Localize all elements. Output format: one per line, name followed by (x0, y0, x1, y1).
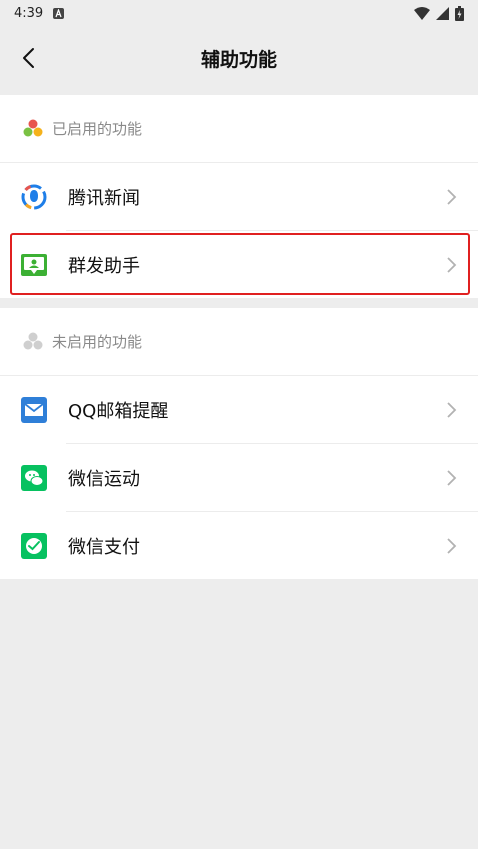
chevron-right-icon (447, 401, 457, 418)
feature-row-tencent-news[interactable]: 腾讯新闻 (0, 163, 478, 230)
enabled-section-title: 已启用的功能 (52, 120, 143, 138)
status-right (414, 5, 464, 21)
feature-row-mass-send[interactable]: 群发助手 (0, 231, 478, 298)
signal-icon (436, 6, 449, 20)
feature-row-wechat-sport[interactable]: 微信运动 (0, 444, 478, 511)
chevron-right-icon (447, 469, 457, 486)
chevron-right-icon (447, 256, 457, 273)
wifi-icon (414, 6, 430, 20)
feature-label: 群发助手 (68, 255, 140, 277)
mass-send-icon (20, 251, 48, 279)
nav-bar: 辅助功能 (0, 26, 478, 90)
back-button[interactable] (10, 40, 46, 76)
battery-icon (455, 5, 464, 21)
wechat-sport-icon (20, 464, 48, 492)
wechat-pay-icon (20, 532, 48, 560)
enabled-features-icon (23, 119, 43, 136)
disabled-section-title: 未启用的功能 (52, 333, 143, 351)
disabled-section-header: 未启用的功能 (0, 308, 478, 376)
feature-row-wechat-pay[interactable]: 微信支付 (0, 512, 478, 579)
section-gap (0, 298, 478, 308)
notification-app-icon (53, 7, 65, 19)
feature-row-qq-mail[interactable]: QQ邮箱提醒 (0, 376, 478, 443)
disabled-features-icon (23, 332, 43, 349)
page-title: 辅助功能 (200, 48, 277, 71)
enabled-section-header: 已启用的功能 (0, 95, 478, 163)
chevron-right-icon (447, 188, 457, 205)
back-arrow-icon (23, 48, 34, 68)
status-bar: 4:39 (0, 0, 478, 26)
status-left: 4:39 (14, 5, 65, 21)
enabled-section: 已启用的功能 腾讯新闻 群发助手 (0, 95, 478, 298)
feature-label: 微信支付 (68, 536, 140, 558)
chevron-right-icon (447, 537, 457, 554)
status-time: 4:39 (14, 5, 44, 21)
feature-label: QQ邮箱提醒 (68, 400, 169, 422)
feature-label: 微信运动 (68, 468, 140, 490)
disabled-section: 未启用的功能 QQ邮箱提醒 微信运动 微信支付 (0, 308, 478, 579)
tencent-news-icon (20, 183, 48, 211)
feature-label: 腾讯新闻 (68, 187, 140, 209)
qq-mail-icon (20, 396, 48, 424)
